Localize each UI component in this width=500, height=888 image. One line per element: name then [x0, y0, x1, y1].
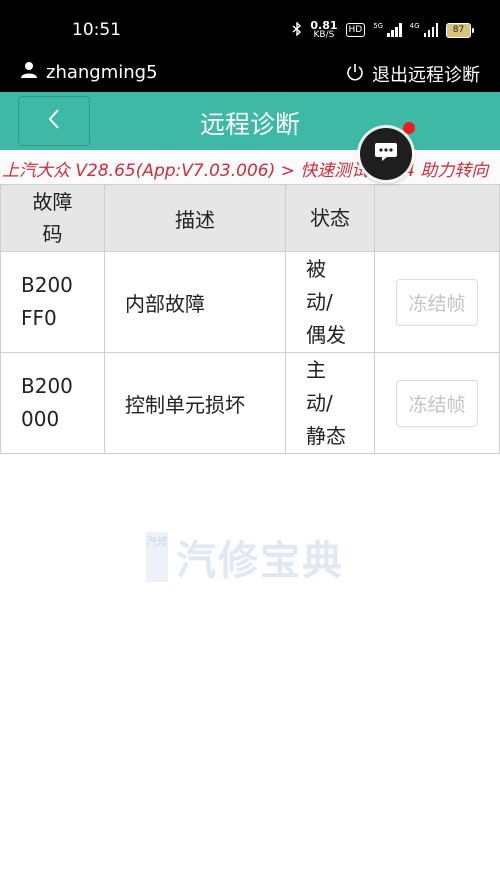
user-info: zhangming5: [20, 61, 158, 84]
freeze-frame-button[interactable]: 冻结帧: [396, 379, 478, 427]
battery-level: 87: [446, 22, 471, 38]
freeze-frame-button[interactable]: 冻结帧: [396, 278, 478, 326]
page-title: 远程诊断: [199, 110, 300, 139]
status-bar: 10:51 0.81 KB/S HD 5G 4G 87: [0, 0, 500, 56]
description-cell: 控制单元损坏: [104, 352, 286, 454]
watermark: 汽修 汽修宝典: [146, 528, 344, 586]
status-cell: 主动/静态: [285, 352, 375, 454]
username: zhangming5: [46, 62, 158, 83]
hd-voice-icon: HD: [345, 23, 366, 37]
action-cell: 冻结帧: [374, 251, 500, 353]
app-header: 远程诊断: [0, 92, 500, 150]
header-action: [374, 184, 500, 252]
user-icon: [20, 61, 38, 84]
header-status: 状态: [285, 184, 375, 252]
header-description: 描述: [104, 184, 286, 252]
watermark-logo: 汽修: [146, 532, 168, 582]
notification-dot: [403, 122, 415, 134]
breadcrumb: 上汽大众 V28.65(App:V7.03.006) > 快速测试 > 44 助…: [0, 150, 500, 184]
bluetooth-icon: [292, 20, 302, 39]
user-bar: zhangming5 退出远程诊断: [0, 56, 500, 92]
power-icon: [346, 63, 364, 86]
battery-icon: 87: [446, 22, 474, 38]
exit-label: 退出远程诊断: [372, 65, 480, 86]
status-icons: 0.81 KB/S HD 5G 4G 87: [292, 20, 474, 40]
fault-code-cell: B200000: [0, 352, 105, 454]
fault-code-cell: B200FF0: [0, 251, 105, 353]
header-fault-code: 故障码: [0, 184, 105, 252]
chat-bubble-icon: [374, 141, 398, 167]
description-cell: 内部故障: [104, 251, 286, 353]
fault-code-table: 故障码 描述 状态 B200FF0 内部故障 被动/偶发 冻结帧 B200000…: [0, 184, 500, 454]
table-row: B200000 控制单元损坏 主动/静态 冻结帧: [0, 352, 500, 454]
action-cell: 冻结帧: [374, 352, 500, 454]
signal-4g-icon: 4G: [410, 23, 438, 37]
status-cell: 被动/偶发: [285, 251, 375, 353]
chat-button[interactable]: [360, 128, 412, 180]
signal-5g-icon: 5G: [373, 23, 402, 37]
watermark-text: 汽修宝典: [176, 538, 344, 584]
breadcrumb-text: 上汽大众 V28.65(App:V7.03.006) > 快速测试 > 44 助…: [2, 161, 489, 181]
status-time: 10:51: [72, 20, 121, 40]
table-header-row: 故障码 描述 状态: [0, 184, 500, 252]
table-row: B200FF0 内部故障 被动/偶发 冻结帧: [0, 251, 500, 353]
exit-remote-diagnosis-button[interactable]: 退出远程诊断: [346, 61, 480, 87]
network-speed: 0.81 KB/S: [310, 19, 338, 40]
